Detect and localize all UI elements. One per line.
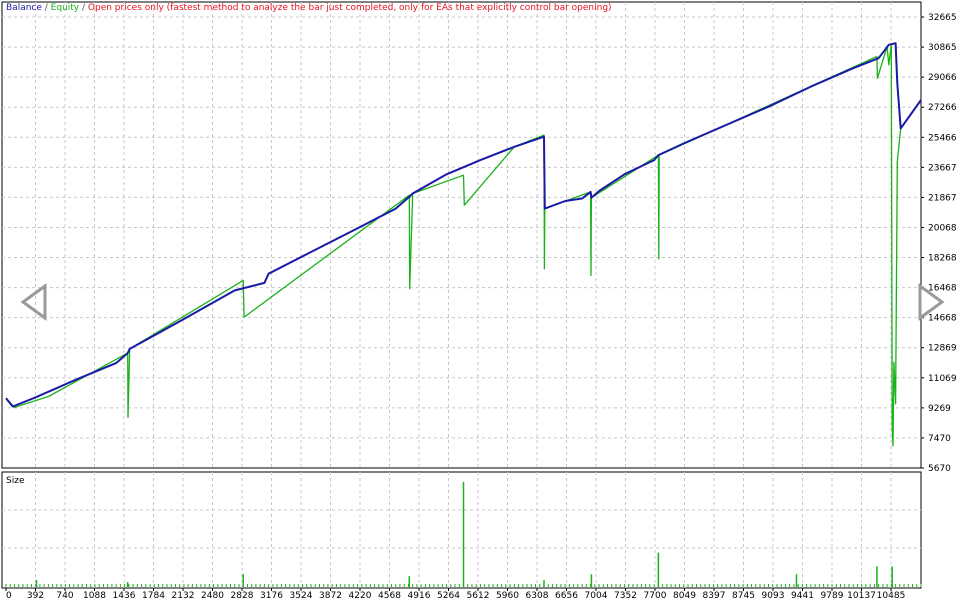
- legend-separator: /: [79, 3, 88, 13]
- y-tick-label: 5670: [928, 464, 951, 474]
- legend: Balance / Equity / Open prices only (fas…: [6, 3, 612, 13]
- x-tick-label: 2132: [172, 591, 195, 601]
- x-tick-label: 740: [56, 591, 73, 601]
- y-tick-label: 32665: [928, 13, 957, 23]
- x-tick-label: 4916: [408, 591, 431, 601]
- legend-balance: Balance: [6, 3, 42, 13]
- x-tick-label: 3176: [260, 591, 283, 601]
- x-tick-label: 5960: [496, 591, 519, 601]
- x-tick-label: 7004: [585, 591, 608, 601]
- x-tick-label: 9093: [762, 591, 785, 601]
- x-tick-label: 10137: [847, 591, 876, 601]
- x-tick-label: 1784: [142, 591, 165, 601]
- x-tick-label: 3524: [290, 591, 313, 601]
- x-tick-label: 7352: [614, 591, 637, 601]
- x-tick-label: 4220: [349, 591, 372, 601]
- x-tick-label: 5612: [467, 591, 490, 601]
- y-axis-ticks: 5670747092691106912869146681646818268200…: [921, 13, 957, 474]
- y-tick-label: 12869: [928, 344, 957, 354]
- x-tick-label: 2828: [231, 591, 254, 601]
- x-tick-label: 8397: [703, 591, 726, 601]
- y-tick-label: 29066: [928, 73, 957, 83]
- x-tick-label: 0: [6, 591, 12, 601]
- x-tick-label: 7700: [644, 591, 667, 601]
- x-tick-label: 9789: [821, 591, 844, 601]
- x-tick-label: 10485: [877, 591, 906, 601]
- y-tick-label: 7470: [928, 434, 951, 444]
- x-axis-ticks: 0 392 740 1088 1436 1784 2132 2480 2828 3176 3524 3…: [5, 588, 906, 601]
- size-panel-title: Size: [6, 476, 25, 486]
- x-tick-label: 4568: [378, 591, 401, 601]
- triangle-right-icon[interactable]: [915, 282, 947, 322]
- x-tick-label: 3872: [319, 591, 342, 601]
- x-tick-label: 2480: [201, 591, 224, 601]
- x-tick-label: 1436: [113, 591, 136, 601]
- tester-graph: 5670747092691106912869146681646818268200…: [1, 1, 957, 601]
- x-tick-label: 1088: [83, 591, 106, 601]
- x-tick-label: 392: [27, 591, 44, 601]
- y-tick-label: 30865: [928, 43, 957, 53]
- y-tick-label: 25466: [928, 133, 957, 143]
- y-tick-label: 27266: [928, 103, 957, 113]
- y-tick-label: 20068: [928, 223, 957, 233]
- x-tick-label: 8745: [732, 591, 755, 601]
- y-tick-label: 11069: [928, 374, 957, 384]
- x-tick-label: 6656: [555, 591, 578, 601]
- x-tick-label: 8049: [673, 591, 696, 601]
- y-tick-label: 18268: [928, 254, 957, 264]
- legend-separator: /: [42, 3, 51, 13]
- main-plot-area: [1, 1, 922, 469]
- y-tick-label: 9269: [928, 404, 951, 414]
- x-tick-label: 9441: [791, 591, 814, 601]
- x-tick-label: 6308: [526, 591, 549, 601]
- size-plot-area: [1, 471, 922, 589]
- legend-equity: Equity: [51, 3, 80, 13]
- legend-mode: Open prices only (fastest method to anal…: [88, 3, 612, 13]
- x-tick-label: 5264: [437, 591, 460, 601]
- triangle-left-icon[interactable]: [18, 282, 50, 322]
- y-tick-label: 23667: [928, 163, 957, 173]
- y-tick-label: 21867: [928, 193, 957, 203]
